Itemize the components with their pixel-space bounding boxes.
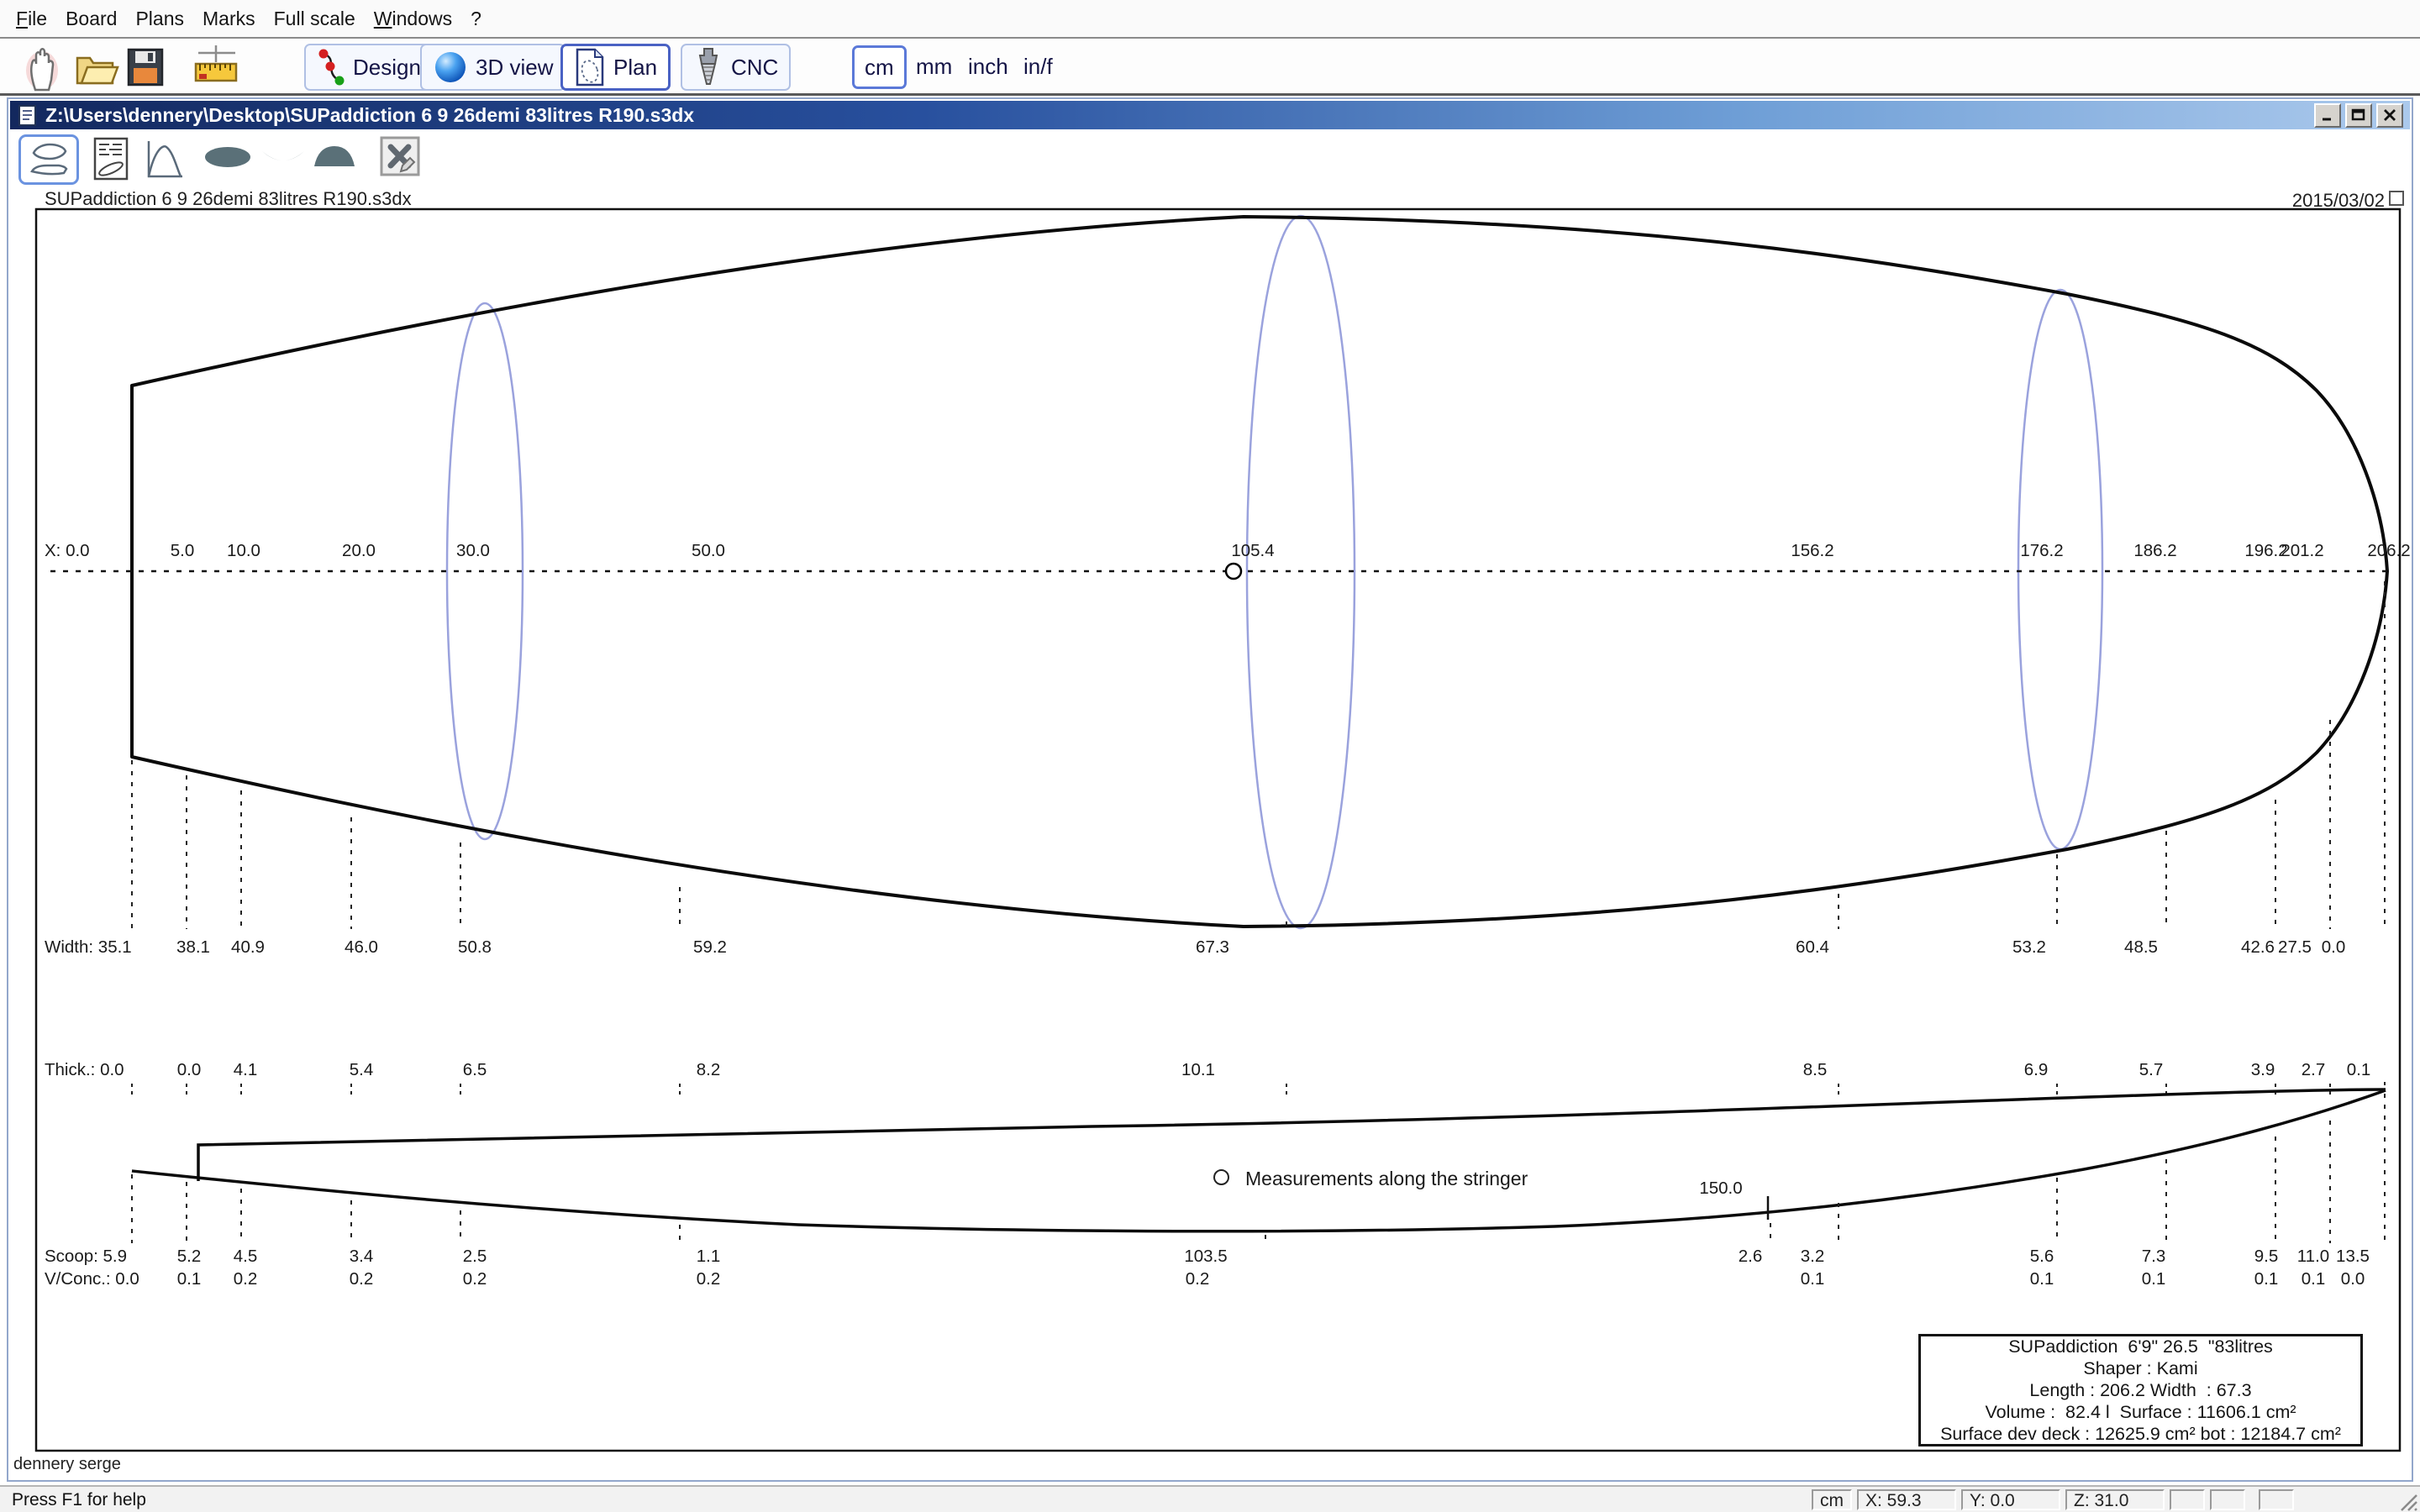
menu-bar: FileBoardPlansMarksFull scaleWindows? [0, 0, 2420, 39]
minimize-button[interactable] [2314, 103, 2341, 128]
bottom-curve-icon[interactable] [260, 148, 306, 168]
plan-document-icon [574, 47, 606, 87]
status-x-coordinate: X: 59.3 [1857, 1489, 1956, 1510]
status-unit: cm [1812, 1489, 1852, 1510]
info-line-surfaces: Surface dev deck : 12625.9 cm² bot : 121… [1921, 1423, 2360, 1445]
resize-grip[interactable] [2396, 1490, 2418, 1512]
document-path-title: Z:\Users\dennery\Desktop\SUPaddiction 6 … [45, 104, 694, 127]
sheet-filename: SUPaddiction 6 9 26demi 83litres R190.s3… [45, 188, 412, 210]
board-info-box: SUPaddiction 6'9" 26.5 "83litres Shaper … [1918, 1334, 2363, 1446]
excel-export-icon[interactable] [380, 136, 420, 176]
measure-tool-icon[interactable] [192, 44, 240, 91]
menu-[interactable]: ? [461, 8, 491, 30]
status-empty-box-1 [2170, 1489, 2205, 1510]
stringer-position-label: 150.0 [1699, 1179, 1742, 1198]
save-icon[interactable] [126, 47, 165, 87]
unit-inf-button[interactable]: in/f [1023, 54, 1053, 80]
menu-windows[interactable]: Windows [365, 8, 461, 30]
unit-inch-button[interactable]: inch [968, 54, 1008, 80]
application-window: FileBoardPlansMarksFull scaleWindows? [0, 0, 2420, 1512]
main-toolbar: Design 3D view Plan [0, 40, 2420, 96]
3d-view-button[interactable]: 3D view [420, 44, 566, 91]
info-line-shaper: Shaper : Kami [1921, 1357, 2360, 1379]
menu-file[interactable]: File [7, 8, 56, 30]
status-help-text: Press F1 for help [12, 1490, 146, 1510]
menu-full-scale[interactable]: Full scale [265, 8, 365, 30]
deck-curve-icon[interactable] [313, 143, 356, 168]
info-line-title: SUPaddiction 6'9" 26.5 "83litres [1921, 1336, 2360, 1357]
status-z-coordinate: Z: 31.0 [2065, 1489, 2165, 1510]
outline-view-icon[interactable] [18, 134, 79, 185]
design-button-label: Design [353, 55, 421, 81]
design-button[interactable]: Design [304, 44, 434, 91]
status-empty-box-2 [2210, 1489, 2245, 1510]
info-line-volume: Volume : 82.4 l Surface : 11606.1 cm² [1921, 1401, 2360, 1423]
status-y-coordinate: Y: 0.0 [1961, 1489, 2060, 1510]
select-tool-icon[interactable] [22, 45, 62, 92]
board-document-window: Z:\Users\dennery\Desktop\SUPaddiction 6 … [7, 97, 2413, 1482]
stringer-marker-icon[interactable] [1213, 1169, 1229, 1185]
document-title-bar[interactable]: Z:\Users\dennery\Desktop\SUPaddiction 6 … [10, 101, 2410, 129]
cnc-button[interactable]: CNC [681, 44, 791, 91]
design-icon [317, 48, 345, 87]
document-icon [17, 104, 39, 127]
plan-button[interactable]: Plan [560, 44, 671, 91]
cnc-bit-icon [693, 47, 723, 87]
menu-marks[interactable]: Marks [193, 8, 265, 30]
open-folder-icon[interactable] [74, 49, 119, 87]
measurements-sheet-icon[interactable] [92, 136, 129, 181]
close-button[interactable] [2376, 103, 2403, 128]
slice-view-icon[interactable] [203, 144, 252, 170]
cnc-button-label: CNC [731, 55, 778, 81]
author-label: dennery serge [13, 1455, 121, 1474]
unit-cm-button[interactable]: cm [852, 45, 907, 89]
menu-plans[interactable]: Plans [126, 8, 193, 30]
menu-board[interactable]: Board [56, 8, 126, 30]
stringer-note: Measurements along the stringer [1245, 1168, 1528, 1190]
unit-mm-button[interactable]: mm [916, 54, 952, 80]
3d-view-button-label: 3D view [476, 55, 553, 81]
curve-view-icon[interactable] [145, 138, 185, 180]
sheet-date: 2015/03/02 [2151, 190, 2385, 212]
status-bar: Press F1 for help cm X: 59.3 Y: 0.0 Z: 3… [0, 1485, 2420, 1512]
plan-button-label: Plan [613, 55, 657, 81]
3d-sphere-icon [433, 50, 468, 85]
date-checkbox[interactable] [2389, 191, 2404, 206]
info-line-dimensions: Length : 206.2 Width : 67.3 [1921, 1379, 2360, 1401]
status-empty-box-3 [2259, 1489, 2294, 1510]
view-toolbar [12, 133, 2412, 186]
maximize-button[interactable] [2345, 103, 2372, 128]
